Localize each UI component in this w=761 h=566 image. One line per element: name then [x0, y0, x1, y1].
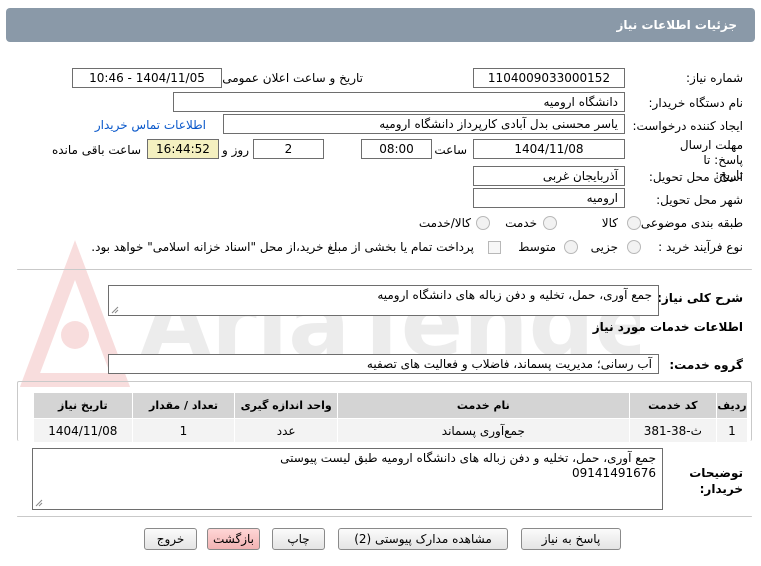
- buyer-org-field: دانشگاه ارومیه: [173, 92, 625, 112]
- buyer-notes-field: جمع آوری، حمل، تخلیه و دفن زباله های دان…: [32, 448, 663, 510]
- category-option-goods: کالا: [602, 216, 618, 230]
- reply-button[interactable]: پاسخ به نیاز: [521, 528, 621, 550]
- remaining-time-label: ساعت باقی مانده: [52, 143, 141, 157]
- row-name: جمع‌آوری پسماند: [338, 419, 630, 443]
- process-option-medium: متوسط: [518, 240, 556, 254]
- header-bar: جزئیات اطلاعات نیاز: [6, 8, 755, 42]
- buyer-notes-line1: جمع آوری، حمل، تخلیه و دفن زباله های دان…: [39, 451, 656, 466]
- need-number-label: شماره نیاز:: [686, 71, 743, 85]
- buyer-notes-label: توضیحات خریدار:: [683, 465, 743, 497]
- attachments-button[interactable]: مشاهده مدارک پیوستی (2): [338, 528, 508, 550]
- treasury-payment-note: پرداخت تمام یا بخشی از مبلغ خرید،از محل …: [91, 240, 474, 254]
- col-code-header: کد خدمت: [629, 393, 716, 419]
- remaining-time-field: 16:44:52: [147, 139, 219, 159]
- days-label: روز و: [222, 143, 249, 157]
- city-field: ارومیه: [473, 188, 625, 208]
- table-header-row: ردیف کد خدمت نام خدمت واحد اندازه گیری ت…: [34, 393, 748, 419]
- resize-handle-icon[interactable]: [35, 499, 43, 507]
- row-date: 1404/11/08: [34, 419, 133, 443]
- creator-field: یاسر محسنی بدل آبادی کارپرداز دانشگاه ار…: [223, 114, 625, 134]
- announce-date-label: تاریخ و ساعت اعلان عمومی:: [218, 71, 363, 85]
- services-table: ردیف کد خدمت نام خدمت واحد اندازه گیری ت…: [33, 392, 748, 443]
- contact-info-link[interactable]: اطلاعات تماس خریدار: [95, 118, 206, 132]
- col-qty-header: تعداد / مقدار: [132, 393, 235, 419]
- summary-label: شرح کلی نیاز:: [657, 291, 743, 305]
- process-option-minor: جزیی: [591, 240, 618, 254]
- page-title: جزئیات اطلاعات نیاز: [616, 18, 737, 32]
- row-index: 1: [716, 419, 747, 443]
- col-name-header: نام خدمت: [338, 393, 630, 419]
- summary-field: جمع آوری، حمل، تخلیه و دفن زباله های دان…: [108, 285, 659, 316]
- category-option-goods-service: کالا/خدمت: [419, 216, 471, 230]
- deadline-date-field: 1404/11/08: [473, 139, 625, 159]
- city-label: شهر محل تحویل:: [656, 193, 743, 207]
- province-field: آذربایجان غربی: [473, 166, 625, 186]
- creator-label: ایجاد کننده درخواست:: [632, 119, 743, 133]
- category-label: طبقه بندی موضوعی:: [637, 216, 743, 230]
- col-unit-header: واحد اندازه گیری: [235, 393, 338, 419]
- row-code: ث-38-381: [629, 419, 716, 443]
- category-radio-goods-service[interactable]: [476, 216, 490, 230]
- row-unit: عدد: [235, 419, 338, 443]
- announce-date-field: 1404/11/05 - 10:46: [72, 68, 222, 88]
- print-button[interactable]: چاپ: [272, 528, 325, 550]
- col-date-header: تاریخ نیاز: [34, 393, 133, 419]
- category-radio-service[interactable]: [543, 216, 557, 230]
- treasury-checkbox[interactable]: [488, 241, 501, 254]
- deadline-time-label: ساعت: [434, 143, 467, 157]
- buyer-org-label: نام دستگاه خریدار:: [649, 96, 744, 110]
- col-index-header: ردیف: [716, 393, 747, 419]
- process-radio-medium[interactable]: [564, 240, 578, 254]
- process-type-label: نوع فرآیند خرید :: [658, 240, 743, 254]
- deadline-time-field: 08:00: [361, 139, 432, 159]
- services-section-title: اطلاعات خدمات مورد نیاز: [593, 320, 743, 334]
- days-remaining-field: 2: [253, 139, 324, 159]
- category-radio-goods[interactable]: [627, 216, 641, 230]
- buyer-notes-line2: 09141491676: [39, 466, 656, 481]
- need-number-field: 1104009033000152: [473, 68, 625, 88]
- resize-handle-icon[interactable]: [111, 306, 119, 314]
- back-button[interactable]: بازگشت: [207, 528, 260, 550]
- row-qty: 1: [132, 419, 235, 443]
- service-group-field: آب رسانی؛ مدیریت پسماند، فاضلاب و فعالیت…: [108, 354, 659, 374]
- province-label: استان محل تحویل:: [649, 170, 743, 184]
- section-divider: [17, 269, 752, 270]
- process-radio-minor[interactable]: [627, 240, 641, 254]
- service-group-label: گروه خدمت:: [669, 358, 743, 372]
- footer-divider: [17, 516, 752, 517]
- exit-button[interactable]: خروج: [144, 528, 197, 550]
- category-option-service: خدمت: [505, 216, 537, 230]
- table-row: 1 ث-38-381 جمع‌آوری پسماند عدد 1 1404/11…: [34, 419, 748, 443]
